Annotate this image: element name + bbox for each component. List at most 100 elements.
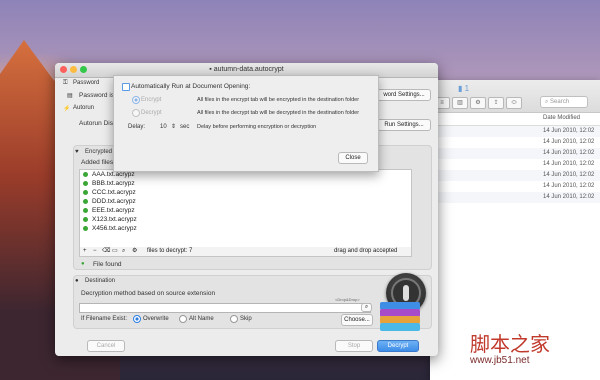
file-name: EEE.txt.acrypz <box>92 207 135 214</box>
auto-run-label: Automatically Run at Document Opening: <box>131 83 251 90</box>
file-date: 14 Jun 2010, 12:02 <box>543 150 595 156</box>
file-date: 14 Jun 2010, 12:02 <box>543 128 595 134</box>
delay-stepper[interactable]: ⇕ <box>171 123 176 130</box>
list-item[interactable]: X456.txt.acrypz <box>80 224 411 233</box>
gear-icon[interactable]: ⚙ <box>132 247 137 256</box>
watermark-logo: 脚本之家 <box>470 332 550 356</box>
autorun-section-label: Autorun <box>73 105 95 111</box>
list-item[interactable]: EEE.txt.acrypz <box>80 206 411 215</box>
list-toolbar: + − ⌫ ▭ ⌕ ⚙ files to decrypt: 7 drag and… <box>79 247 412 257</box>
file-name: CCC.txt.acrypz <box>92 189 136 196</box>
password-settings-button[interactable]: word Settings... <box>377 89 431 101</box>
file-date: 14 Jun 2010, 12:02 <box>543 194 595 200</box>
list-item[interactable]: xt14 Jun 2010, 12:02 <box>430 181 600 192</box>
file-name: X123.txt.acrypz <box>92 216 137 223</box>
list-item[interactable]: xt14 Jun 2010, 12:02 <box>430 192 600 203</box>
decrypt-button[interactable]: Decrypt <box>377 340 419 352</box>
heart-icon: ♥ <box>75 149 79 155</box>
encrypt-label: Encrypt <box>141 97 162 103</box>
auto-run-checkbox[interactable] <box>122 83 130 91</box>
list-item[interactable]: CCC.txt.acrypz <box>80 188 411 197</box>
file-name: DDD.txt.acrypz <box>92 198 136 205</box>
stop-button[interactable]: Stop <box>335 340 373 352</box>
cancel-button[interactable]: Cancel <box>87 340 125 352</box>
alt-name-label: Alt Name <box>189 316 214 322</box>
delay-description: Delay before performing encryption or de… <box>197 124 317 130</box>
password-icon: ▤ <box>67 93 73 99</box>
password-status: Password is <box>79 92 115 99</box>
watermark-url: www.jb51.net <box>470 355 530 366</box>
autorun-settings-sheet: Automatically Run at Document Opening: E… <box>113 75 379 172</box>
autorun-status: Autorun Disa <box>79 120 117 127</box>
encrypt-radio[interactable] <box>132 96 140 104</box>
column-view-button[interactable]: ▥ <box>452 97 468 109</box>
file-date: 14 Jun 2010, 12:02 <box>543 139 595 145</box>
drag-drop-hint: drag and drop accepted <box>334 248 398 254</box>
app-stack-icon <box>380 300 426 331</box>
encrypted-file-list[interactable]: AAA.txt.acrypz BBB.txt.acrypz CCC.txt.ac… <box>79 169 412 249</box>
status-dot <box>83 208 88 213</box>
search-icon[interactable]: ⌕ <box>122 247 125 256</box>
folder-icon[interactable]: ▭ <box>112 247 118 256</box>
add-icon[interactable]: + <box>83 247 87 256</box>
search-placeholder: Search <box>550 99 570 105</box>
drop-tag: <Drop&Drop> <box>335 297 360 302</box>
tag-icon[interactable]: ⬭ <box>506 97 522 109</box>
finder-toolbar: ▮ 1 ≡ ▥ ⚙ ⇪ ⬭ ⌕ Search <box>430 80 600 113</box>
skip-radio[interactable] <box>230 315 238 323</box>
delay-value[interactable]: 10 <box>160 124 167 130</box>
list-item[interactable]: 14 Jun 2010, 12:02 <box>430 137 600 148</box>
window-title: ▪ autumn-data.autocrypt <box>55 66 438 73</box>
clear-icon[interactable]: ⌫ <box>102 247 110 256</box>
file-found-icon: ● <box>81 261 85 267</box>
destination-path-field[interactable] <box>79 303 371 313</box>
list-item[interactable]: 14 Jun 2010, 12:02 <box>430 126 600 137</box>
alt-name-radio[interactable] <box>179 315 187 323</box>
delay-unit: sec <box>180 124 190 130</box>
folder-icon: ▮ 1 <box>458 84 470 93</box>
key-icon: ⚿ <box>63 80 68 86</box>
share-icon[interactable]: ⇪ <box>488 97 504 109</box>
gear-icon[interactable]: ⚙ <box>470 97 486 109</box>
skip-label: Skip <box>240 316 252 322</box>
autorun-settings-button[interactable]: Run Settings... <box>377 119 431 131</box>
finder-column-header[interactable]: Date Modified <box>430 113 600 126</box>
autorun-icon: ⚡ <box>63 106 71 112</box>
files-count: files to decrypt: 7 <box>147 248 193 254</box>
close-button[interactable]: Close <box>338 152 368 164</box>
search-input[interactable]: ⌕ Search <box>540 96 588 108</box>
list-item[interactable]: DDD.txt.acrypz <box>80 197 411 206</box>
status-dot <box>83 190 88 195</box>
overwrite-label: Overwrite <box>143 316 169 322</box>
file-name: BBB.txt.acrypz <box>92 180 135 187</box>
folder-path-label: 1 <box>464 84 470 93</box>
file-date: 14 Jun 2010, 12:02 <box>543 172 595 178</box>
overwrite-radio[interactable] <box>133 315 141 323</box>
destination-icon: ● <box>75 278 79 284</box>
date-modified-column[interactable]: Date Modified <box>543 115 580 121</box>
list-item[interactable]: 14 Jun 2010, 12:02 <box>430 159 600 170</box>
delay-label: Delay: <box>128 124 146 130</box>
file-date: 14 Jun 2010, 12:02 <box>543 183 595 189</box>
status-dot <box>83 217 88 222</box>
list-item[interactable]: 14 Jun 2010, 12:02 <box>430 148 600 159</box>
status-dot <box>83 181 88 186</box>
choose-button[interactable]: Choose... <box>341 314 373 326</box>
status-dot <box>83 199 88 204</box>
file-name: X456.txt.acrypz <box>92 225 137 232</box>
finder-file-list: 14 Jun 2010, 12:02 14 Jun 2010, 12:02 14… <box>430 126 600 203</box>
list-item[interactable]: X123.txt.acrypz <box>80 215 411 224</box>
decrypt-label: Decrypt <box>141 110 162 116</box>
file-found-label: File found <box>93 261 122 268</box>
decrypt-radio[interactable] <box>132 109 140 117</box>
window-title-text: autumn-data.autocrypt <box>213 66 284 73</box>
destination-section-label: Destination <box>85 278 116 284</box>
list-item[interactable]: 14 Jun 2010, 12:02 <box>430 170 600 181</box>
remove-icon[interactable]: − <box>93 247 97 256</box>
list-item[interactable]: BBB.txt.acrypz <box>80 179 411 188</box>
decrypt-description: All files in the decrypt tab will be dec… <box>197 110 360 116</box>
file-date: 14 Jun 2010, 12:02 <box>543 161 595 167</box>
encrypt-description: All files in the encrypt tab will be enc… <box>197 97 360 103</box>
search-icon[interactable]: ⌕ <box>361 303 372 312</box>
password-section-label: Password <box>73 80 100 86</box>
